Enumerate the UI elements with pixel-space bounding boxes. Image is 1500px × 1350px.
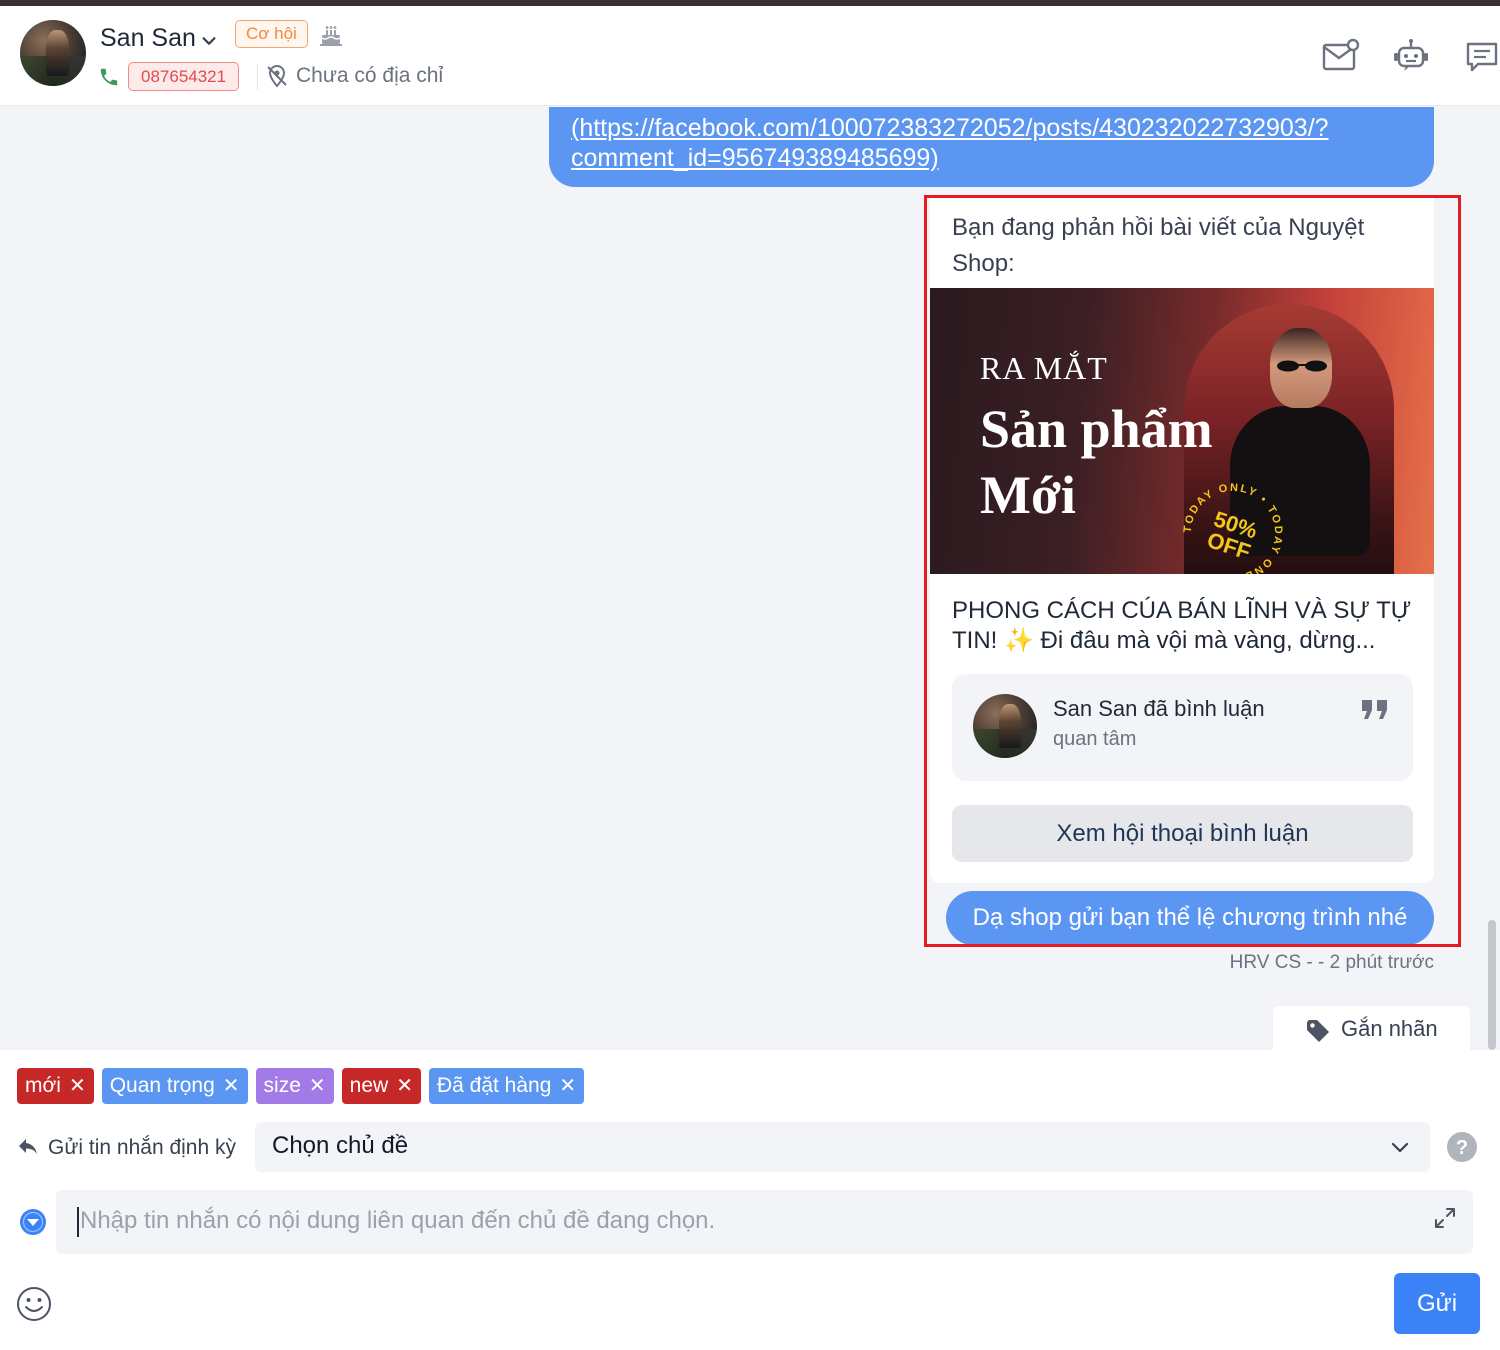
customer-address[interactable]: Chưa có địa chỉ <box>296 64 443 88</box>
tag-chip[interactable]: mới ✕ <box>17 1068 94 1104</box>
svg-text:?: ? <box>1456 1137 1468 1159</box>
comment-text: quan tâm <box>1053 728 1137 750</box>
sent-link-bubble: (https://facebook.com/100072383272052/po… <box>549 107 1434 187</box>
post-excerpt: PHONG CÁCH CÚA BÁN LĨNH VÀ SỰ TỰ TIN! ✨ … <box>952 597 1412 654</box>
close-icon[interactable]: ✕ <box>309 1068 326 1104</box>
add-label-button[interactable]: Gắn nhãn <box>1273 1006 1470 1050</box>
emoji-icon[interactable] <box>16 1286 52 1322</box>
tag-chip[interactable]: Quan trọng ✕ <box>101 1068 248 1104</box>
chat-scrollbar[interactable] <box>1488 920 1496 1050</box>
tag-label: Đã đặt hàng <box>436 1074 552 1097</box>
send-button[interactable]: Gửi <box>1394 1273 1480 1334</box>
tag-chip[interactable]: new ✕ <box>341 1068 421 1104</box>
message-input-placeholder: Nhập tin nhắn có nội dung liên quan đến … <box>80 1207 716 1234</box>
reply-intro-text: Bạn đang phản hồi bài viết của Nguyệt Sh… <box>952 214 1365 277</box>
close-icon[interactable]: ✕ <box>223 1068 240 1104</box>
quote-icon <box>1362 700 1387 719</box>
schedule-message-label[interactable]: Gửi tin nhắn định kỳ <box>48 1136 236 1160</box>
customer-header: San San Cơ hội 087654321 Chưa có địa chỉ <box>0 6 1500 106</box>
sunglasses-graphic <box>1277 360 1327 372</box>
tag-chip[interactable]: Đã đặt hàng ✕ <box>428 1068 585 1104</box>
customer-avatar[interactable] <box>20 20 86 86</box>
comment-link[interactable]: (https://facebook.com/100072383272052/po… <box>571 113 1411 173</box>
phone-icon[interactable] <box>98 66 120 88</box>
text-caret <box>77 1207 79 1237</box>
tag-label: mới <box>25 1074 61 1097</box>
chevron-down-icon <box>1391 1142 1409 1153</box>
reply-context-card: Bạn đang phản hồi bài viết của Nguyệt Sh… <box>930 196 1434 883</box>
divider <box>257 64 258 90</box>
chat-area[interactable]: (https://facebook.com/100072383272052/po… <box>0 107 1490 1050</box>
tag-label: size <box>263 1074 301 1097</box>
comment-author: San San đã bình luận <box>1053 696 1265 721</box>
message-meta: HRV CS - - 2 phút trước <box>1229 952 1434 973</box>
notes-icon[interactable] <box>1462 36 1500 76</box>
customer-name[interactable]: San San <box>100 24 196 53</box>
tag-label: Quan trọng <box>109 1074 215 1097</box>
close-icon[interactable]: ✕ <box>69 1068 86 1104</box>
topic-select-value: Chọn chủ đề <box>272 1132 409 1159</box>
commenter-avatar <box>973 694 1037 758</box>
reply-icon <box>19 1139 37 1154</box>
chevron-down-icon[interactable] <box>200 32 218 50</box>
sent-message-bubble: Dạ shop gửi bạn thể lệ chương trình nhé <box>946 891 1434 945</box>
banner-line3: Mới <box>980 465 1076 525</box>
no-location-icon <box>267 64 287 88</box>
topic-select[interactable]: Chọn chủ đề <box>255 1122 1430 1172</box>
tag-list: mới ✕ Quan trọng ✕ size ✕ new ✕ Đã đặt hàng ✕ <box>17 1068 585 1104</box>
tag-label: new <box>349 1074 389 1097</box>
bot-icon[interactable] <box>1391 36 1431 76</box>
close-icon[interactable]: ✕ <box>396 1068 413 1104</box>
collapse-toggle-icon[interactable] <box>19 1208 47 1236</box>
discount-stamp: TODAY ONLY • TODAY ONLY • 50% OFF <box>1182 482 1282 574</box>
post-banner-image[interactable]: RA MẮT Sản phẩm Mới TODAY ONLY • TODAY O… <box>930 288 1434 574</box>
mail-icon[interactable] <box>1320 36 1360 76</box>
phone-number[interactable]: 087654321 <box>128 62 240 91</box>
banner-line1: RA MẮT <box>980 350 1108 386</box>
message-input[interactable]: Nhập tin nhắn có nội dung liên quan đến … <box>56 1190 1473 1254</box>
comment-preview: San San đã bình luận quan tâm <box>952 674 1413 781</box>
add-label-text: Gắn nhãn <box>1341 1016 1438 1041</box>
tag-chip[interactable]: size ✕ <box>255 1068 334 1104</box>
view-comment-conversation-button[interactable]: Xem hội thoại bình luận <box>952 805 1413 862</box>
expand-icon[interactable] <box>1433 1206 1457 1230</box>
cake-icon <box>320 26 342 46</box>
status-badge[interactable]: Cơ hội <box>235 20 308 48</box>
close-icon[interactable]: ✕ <box>559 1068 576 1104</box>
banner-line2: Sản phẩm <box>980 399 1213 459</box>
help-icon[interactable]: ? <box>1446 1131 1478 1163</box>
tag-icon <box>1307 1020 1329 1042</box>
message-composer: mới ✕ Quan trọng ✕ size ✕ new ✕ Đã đặt hàng ✕… <box>0 1050 1500 1350</box>
